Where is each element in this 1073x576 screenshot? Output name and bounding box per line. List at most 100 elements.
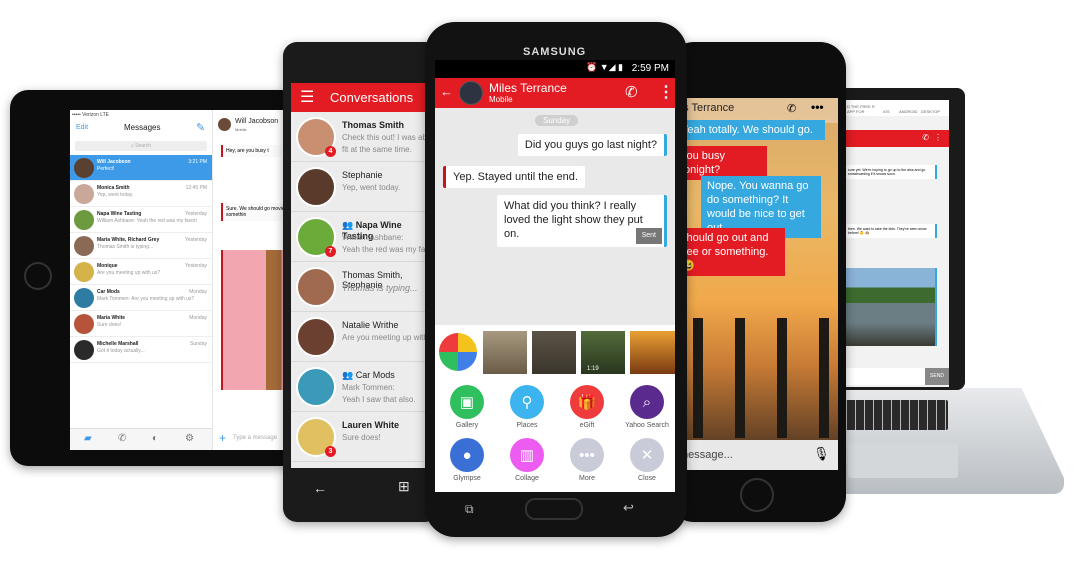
contact-name: 👥 Car Mods	[342, 370, 395, 381]
hamburger-menu-icon[interactable]: ☰	[300, 87, 314, 107]
microphone-icon[interactable]: 🎙	[813, 446, 830, 462]
media-thumbnail[interactable]: 1:19	[581, 331, 625, 374]
tablet-screen: ••••• Verizon LTE Edit Messages ✎ ⌕ Sear…	[70, 110, 300, 450]
ios-link[interactable]: iOS	[883, 109, 890, 114]
media-thumbnail[interactable]	[532, 331, 576, 374]
timestamp: Yesterday	[184, 263, 207, 269]
send-button[interactable]: SEND	[925, 368, 949, 385]
phone-icon[interactable]: ✆	[787, 102, 796, 115]
conversation-row[interactable]: Thomas Smith, Stephanie Thomas is typing.…	[291, 262, 433, 312]
message-preview: Yeah the red was my favorite	[342, 245, 433, 254]
action-more[interactable]: ••• More	[557, 438, 617, 482]
iphone: es Terrance ✆ ••• Yeah totally. We shoul…	[668, 42, 846, 522]
timestamp: Yesterday	[184, 237, 207, 243]
chat-contact-name: Miles Terrance	[489, 81, 567, 95]
phone-icon[interactable]: ✆	[922, 133, 929, 142]
phone-icon[interactable]: ✆	[625, 83, 638, 101]
conversation-row[interactable]: Natalie Writhe Are you meeting up with us…	[291, 312, 433, 362]
action-label: eGift	[579, 422, 595, 429]
conversation-row[interactable]: Maria White, Richard Grey Thomas Smith i…	[70, 233, 212, 259]
message-input-placeholder: message...	[679, 449, 733, 461]
home-button[interactable]	[525, 498, 583, 520]
conversation-row[interactable]: Michelle Marshall Got it today actually.…	[70, 337, 212, 363]
action-gallery[interactable]: ▣ Gallery	[437, 385, 497, 429]
back-icon[interactable]: ↩	[623, 500, 634, 516]
avatar	[296, 367, 336, 407]
avatar	[218, 118, 231, 131]
action-glympse[interactable]: ● Glympse	[437, 438, 497, 482]
date-divider: Sunday	[535, 115, 579, 126]
conversation-row[interactable]: Stephanie Yep, went today.	[291, 162, 433, 212]
clock: 2:59 PM	[631, 63, 669, 74]
conversation-row[interactable]: Car Mods Mark Tommen: Are you meeting up…	[70, 285, 212, 311]
avatar	[74, 236, 94, 256]
more-icon[interactable]: •••	[811, 100, 824, 114]
compose-icon[interactable]: ✎	[196, 121, 205, 134]
laptop-screen: D THE FREE R APP FOR iOS ANDROID DESKTOP…	[845, 100, 949, 387]
tab-bar: ▰ ✆ ◐ ⚙	[70, 428, 212, 450]
conversation-row[interactable]: Maria White Sure does! Monday	[70, 311, 212, 337]
samsung-screen: ← Miles Terrance Mobile ✆ ⋮ Sunday Did y…	[435, 78, 675, 492]
action-label: Glympse	[453, 475, 481, 482]
message-input[interactable]: Type a message	[233, 435, 277, 441]
conversation-row[interactable]: 👥 Car Mods Mark Tommen: Yeah I saw that al…	[291, 362, 433, 412]
edit-button[interactable]: Edit	[76, 124, 88, 131]
iphone-home-button[interactable]	[740, 478, 774, 512]
add-icon[interactable]: +	[219, 431, 226, 445]
message-input[interactable]: message... 🎙	[675, 440, 838, 470]
android-link[interactable]: ANDROID	[899, 109, 917, 114]
message-bubble: should go out and see or something. 😆	[675, 228, 785, 276]
conversation-row[interactable]: 7 👥 Napa Wine Tasting William Ashbane: Yea…	[291, 212, 433, 262]
tablet-home-button[interactable]	[24, 262, 52, 290]
windows-phone: ☰ Conversations 4 Thomas Smith Check this…	[283, 42, 439, 522]
laptop-base	[828, 388, 1064, 494]
conversation-row[interactable]: 3 Lauren White Sure does!	[291, 412, 433, 462]
action-yahoo-search[interactable]: ⌕ Yahoo Search	[617, 385, 675, 429]
contact-name: Will Jacobson	[97, 159, 131, 165]
action-close[interactable]: ✕ Close	[617, 438, 675, 482]
conversation-row[interactable]: Will Jacobson Perfect! 3:21 PM	[70, 155, 212, 181]
status-bar: 2:59 PM ⏰ ▼◢ ▮	[435, 60, 675, 78]
avatar	[459, 81, 483, 105]
avatar	[296, 167, 336, 207]
search-input[interactable]: ⌕ Search	[75, 141, 207, 151]
group-icon: 👥	[342, 220, 356, 230]
message-preview: William Ashbane: Yeah the red was my fav…	[97, 218, 197, 224]
messages-tab-icon[interactable]: ▰	[84, 433, 92, 444]
conversation-row[interactable]: 4 Thomas Smith Check this out! I was able…	[291, 112, 433, 162]
tablet: ••••• Verizon LTE Edit Messages ✎ ⌕ Sear…	[10, 90, 300, 466]
unread-badge: 7	[325, 246, 336, 257]
action-collage[interactable]: ▥ Collage	[497, 438, 557, 482]
avatar	[296, 267, 336, 307]
action-label: Collage	[515, 475, 539, 482]
media-strip: 1:19	[435, 325, 675, 378]
windows-logo-icon[interactable]: ⊞	[398, 478, 410, 495]
conversation-row[interactable]: Napa Wine Tasting William Ashbane: Yeah …	[70, 207, 212, 233]
action-egift[interactable]: 🎁 eGift	[557, 385, 617, 429]
sent-status: Sent	[635, 228, 662, 244]
message-bubble: Yep. Stayed until the end.	[443, 166, 585, 188]
back-arrow-icon[interactable]: ←	[313, 480, 327, 496]
phone-tab-icon[interactable]: ✆	[118, 433, 126, 444]
recent-apps-icon[interactable]: ⧉	[465, 502, 474, 517]
message-preview: Sure does!	[342, 433, 381, 442]
lake-photo	[845, 268, 937, 346]
desktop-link[interactable]: DESKTOP	[921, 109, 940, 114]
discover-tab-icon[interactable]: ◐	[152, 433, 158, 444]
back-arrow-icon[interactable]: ←	[440, 84, 453, 99]
message-preview: Mark Tommen:	[342, 383, 395, 392]
contact-name: Maria White	[97, 315, 126, 321]
media-thumbnail[interactable]	[630, 331, 675, 374]
action-places[interactable]: ⚲ Places	[497, 385, 557, 429]
media-thumbnail[interactable]	[483, 331, 527, 374]
conversation-row[interactable]: Monica Smith Yep, went today. 12:45 PM	[70, 181, 212, 207]
search-placeholder: Search	[135, 143, 152, 149]
search-icon: ⌕	[630, 385, 664, 419]
camera-icon[interactable]	[439, 333, 477, 371]
action-label: Places	[516, 422, 538, 429]
more-vert-icon[interactable]: ⋮	[934, 133, 942, 142]
settings-tab-icon[interactable]: ⚙	[185, 433, 194, 444]
conversation-row[interactable]: Monique Are you meeting up with us? Yest…	[70, 259, 212, 285]
chat-contact-sub: Mobile	[235, 127, 247, 132]
more-vert-icon[interactable]: ⋮	[658, 82, 674, 102]
